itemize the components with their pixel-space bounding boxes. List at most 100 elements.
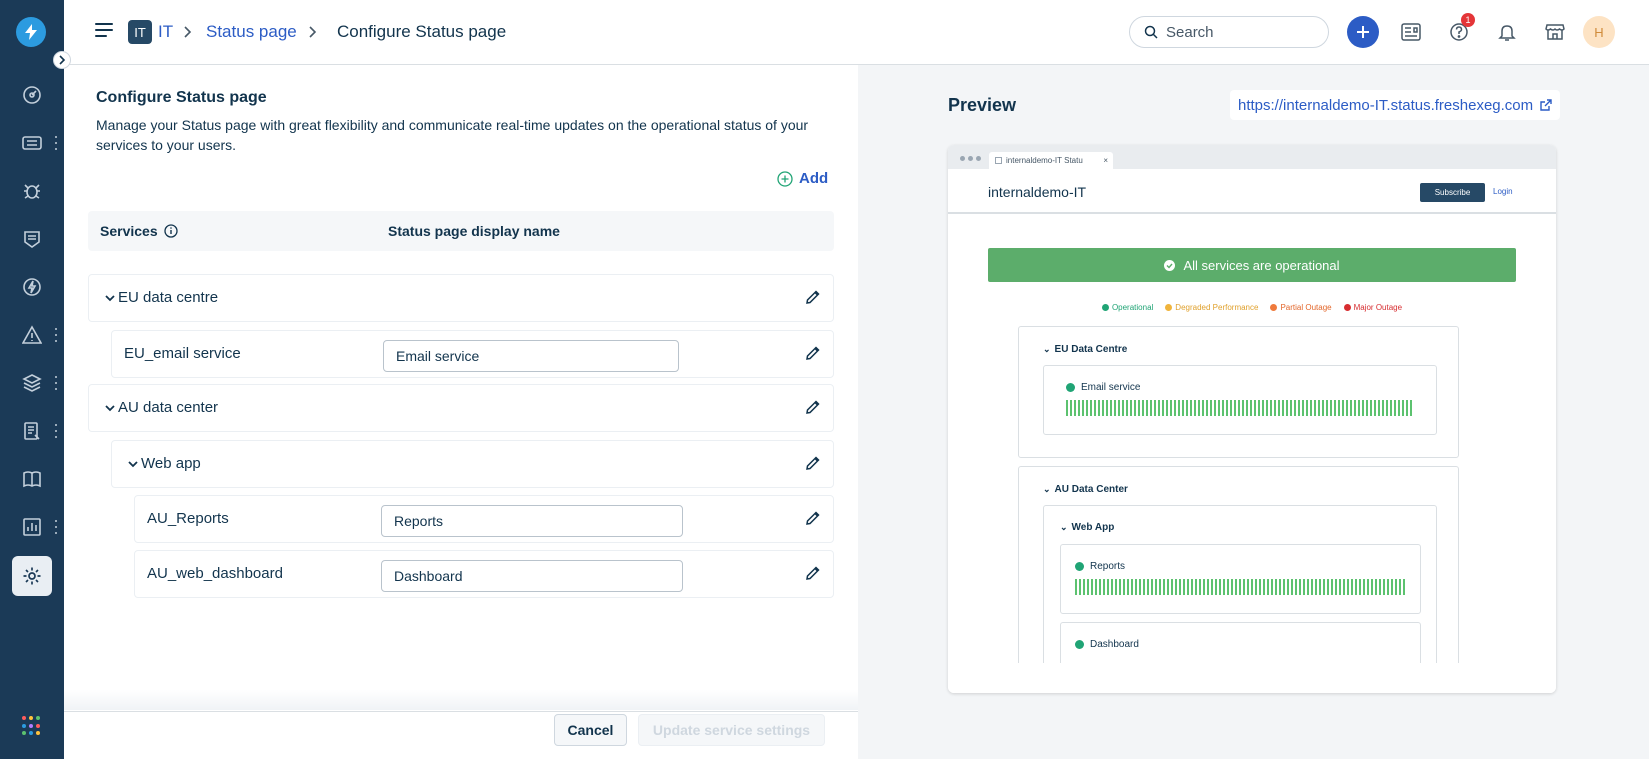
preview-group-title: ⌄ EU Data Centre	[1043, 344, 1128, 355]
tab-favicon	[995, 157, 1002, 164]
user-avatar[interactable]: H	[1583, 16, 1615, 48]
breadcrumb-status-page[interactable]: Status page	[206, 21, 297, 43]
settings-gear-icon[interactable]	[20, 564, 44, 588]
table-row-group: Web app	[111, 440, 834, 488]
edit-pencil-icon[interactable]	[803, 343, 823, 363]
preview-service-name: Reports	[1075, 561, 1125, 572]
chevron-down-icon[interactable]	[127, 458, 139, 470]
edit-pencil-icon[interactable]	[803, 453, 823, 473]
chevron-down-icon: ⌄	[1043, 484, 1051, 494]
uptime-bars	[1075, 579, 1407, 595]
search-placeholder: Search	[1166, 23, 1214, 41]
new-item-button[interactable]	[1347, 16, 1379, 48]
check-circle-icon	[1164, 259, 1176, 271]
expand-nav-button[interactable]	[53, 51, 71, 69]
update-service-settings-button[interactable]: Update service settings	[638, 714, 825, 746]
preview-panel: Preview https://internaldemo-IT.status.f…	[858, 65, 1649, 759]
preview-title: Preview	[948, 95, 1017, 115]
row-group-label[interactable]: AU data center	[104, 399, 218, 416]
legend-degraded: Degraded Performance	[1165, 303, 1258, 312]
tickets-icon[interactable]	[20, 131, 44, 155]
analytics-icon[interactable]	[20, 515, 44, 539]
solutions-book-icon[interactable]	[20, 467, 44, 491]
breadcrumb-workspace[interactable]: IT	[158, 21, 173, 43]
preview-group-title: ⌄ AU Data Center	[1043, 484, 1128, 495]
banner-text: All services are operational	[1183, 257, 1340, 273]
row-group-label[interactable]: Web app	[127, 455, 201, 472]
search-icon	[1144, 25, 1158, 39]
edit-pencil-icon[interactable]	[803, 397, 823, 417]
contracts-more-icon[interactable]	[53, 424, 59, 438]
preview-subgroup-title: ⌄ Web App	[1060, 522, 1115, 533]
plus-circle-icon	[777, 170, 793, 187]
legend-major-outage: Major Outage	[1343, 303, 1402, 312]
edit-pencil-icon[interactable]	[803, 508, 823, 528]
legend-partial-outage: Partial Outage	[1270, 303, 1332, 312]
assets-more-icon[interactable]	[53, 376, 59, 390]
dashboard-icon[interactable]	[20, 83, 44, 107]
services-column-header: Services	[100, 223, 178, 239]
display-name-input[interactable]: Email service	[383, 340, 679, 372]
uptime-bars	[1066, 400, 1414, 416]
bell-icon	[1498, 25, 1516, 41]
display-name-input[interactable]: Reports	[381, 505, 683, 537]
preview-service-name: Dashboard	[1075, 639, 1139, 650]
page-description: Manage your Status page with great flexi…	[96, 117, 809, 153]
help-badge: 1	[1461, 13, 1475, 27]
chevron-right-icon	[184, 26, 192, 38]
apps-grid-icon[interactable]	[22, 716, 42, 736]
freshservice-logo[interactable]	[16, 17, 46, 47]
cancel-button[interactable]: Cancel	[554, 714, 627, 746]
notifications-button[interactable]	[1491, 16, 1523, 48]
row-group-label[interactable]: EU data centre	[104, 289, 218, 306]
info-icon[interactable]	[163, 224, 178, 238]
configure-panel: Configure Status page Manage your Status…	[64, 65, 858, 759]
changes-icon[interactable]	[20, 227, 44, 251]
table-row: AU_web_dashboard Dashboard	[134, 550, 834, 598]
marketplace-button[interactable]	[1539, 16, 1571, 48]
chevron-down-icon[interactable]	[104, 292, 116, 304]
chevron-right-icon	[309, 26, 317, 38]
row-name: Web app	[141, 455, 201, 472]
alerts-icon[interactable]	[20, 323, 44, 347]
contracts-icon[interactable]	[20, 419, 44, 443]
status-page-url-link[interactable]: https://internaldemo-IT.status.freshexeg…	[1230, 90, 1561, 120]
news-feed-button[interactable]	[1395, 16, 1427, 48]
analytics-more-icon[interactable]	[53, 520, 59, 534]
url-text: https://internaldemo-IT.status.freshexeg…	[1238, 96, 1534, 114]
help-button[interactable]: 1	[1443, 13, 1475, 48]
services-header-label: Services	[100, 223, 158, 239]
external-link-icon	[1540, 98, 1552, 111]
problems-bug-icon[interactable]	[20, 179, 44, 203]
edit-pencil-icon[interactable]	[803, 563, 823, 583]
tickets-more-icon[interactable]	[53, 136, 59, 150]
row-name: AU data center	[118, 399, 219, 416]
add-label: Add	[799, 170, 829, 187]
tab-close-icon: ×	[1103, 156, 1108, 165]
table-row: AU_Reports Reports	[134, 495, 834, 543]
store-icon	[1545, 24, 1565, 40]
preview-bottom-mask	[948, 663, 1556, 693]
table-row: EU_email service Email service	[111, 330, 834, 378]
page-title: Configure Status page	[96, 89, 267, 106]
top-header: IT IT Status page Configure Status page …	[64, 0, 1649, 65]
assets-layers-icon[interactable]	[20, 371, 44, 395]
row-name: EU_email service	[124, 345, 241, 362]
display-name-input[interactable]: Dashboard	[381, 560, 683, 592]
window-dots	[960, 156, 981, 161]
search-input[interactable]: Search	[1129, 16, 1329, 48]
table-row-group: EU data centre	[88, 274, 834, 322]
plus-icon	[1357, 26, 1369, 38]
row-name: AU_Reports	[147, 510, 229, 527]
menu-hamburger-icon[interactable]	[95, 23, 113, 37]
alerts-more-icon[interactable]	[53, 328, 59, 342]
add-service-button[interactable]: Add	[777, 170, 828, 187]
preview-service-name: Email service	[1066, 382, 1140, 393]
preview-service-card: Reports	[1060, 544, 1421, 614]
chevron-down-icon[interactable]	[104, 402, 116, 414]
releases-icon[interactable]	[20, 275, 44, 299]
preview-group-eu: ⌄ EU Data Centre Email service	[1018, 326, 1459, 458]
browser-tab: internaldemo-IT Statu ×	[989, 152, 1113, 169]
status-site-header: internaldemo-IT Subscribe Login	[948, 169, 1556, 214]
edit-pencil-icon[interactable]	[803, 287, 823, 307]
